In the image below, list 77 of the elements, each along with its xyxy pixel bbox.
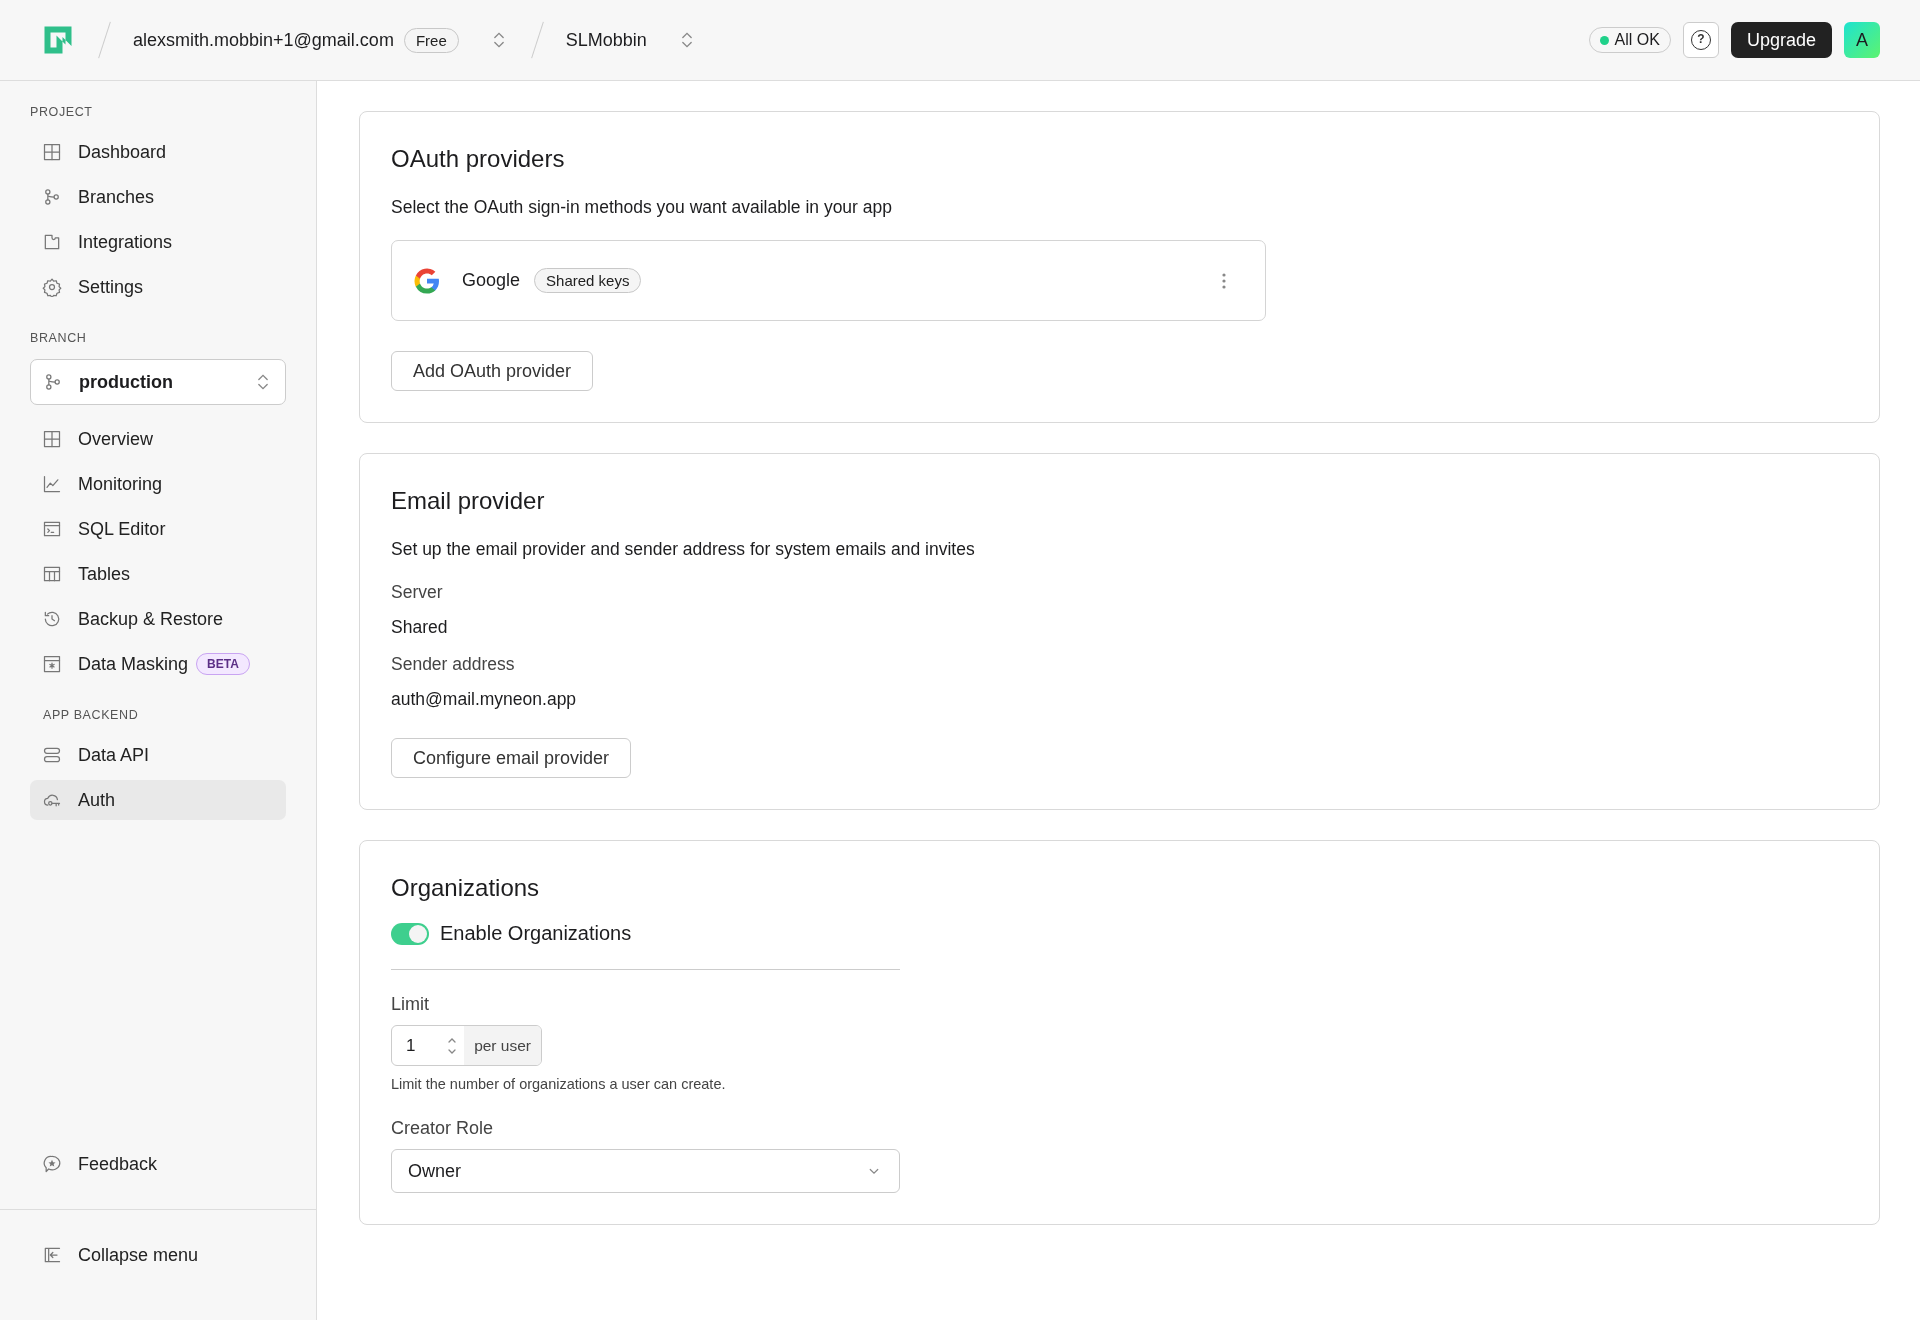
account-switcher[interactable]: alexsmith.mobbin+1@gmail.com Free (133, 27, 509, 53)
upgrade-button[interactable]: Upgrade (1730, 22, 1832, 58)
nav-label: Backup & Restore (78, 608, 224, 630)
collapse-icon (42, 1245, 62, 1265)
nav-label: SQL Editor (78, 518, 166, 540)
user-avatar[interactable]: A (1844, 22, 1880, 58)
google-icon (412, 265, 442, 296)
section-heading: APP BACKEND (42, 707, 140, 724)
card-title: OAuth providers (391, 145, 566, 173)
gear-icon (42, 277, 62, 297)
nav-item[interactable]: Dashboard (30, 132, 286, 172)
nav-item[interactable]: Monitoring (30, 464, 286, 504)
masked-data-icon (42, 654, 62, 674)
description: Set up the email provider and sender address for system emails and invites (391, 539, 976, 560)
add-provider-button[interactable]: Add OAuth provider (391, 351, 594, 391)
nav-item[interactable]: Integrations (30, 222, 286, 262)
toggle-label: Enable Organizations (440, 922, 632, 945)
branch-icon (42, 187, 62, 207)
nav-item[interactable]: Auth (30, 780, 286, 820)
puzzle-icon (42, 232, 62, 252)
project-switcher[interactable]: SLMobbin (565, 29, 697, 51)
nav-label: Data Masking (78, 653, 189, 675)
nav-label: Overview (78, 428, 153, 450)
nav-item[interactable]: Feedback (30, 1144, 286, 1184)
card-title: Email provider (391, 487, 546, 515)
nav-item[interactable]: Settings (30, 267, 286, 307)
beta-badge: BETA (196, 653, 250, 675)
unit-label: per user (464, 1026, 541, 1065)
nav-label: Tables (78, 563, 131, 585)
nav-label: Feedback (78, 1153, 158, 1175)
history-icon (42, 609, 62, 629)
nav-item[interactable]: Branches (30, 177, 286, 217)
branch-select[interactable]: production (30, 359, 286, 405)
nav-label: Data API (78, 744, 150, 766)
branch-icon (43, 372, 63, 392)
terminal-icon (42, 519, 62, 539)
field-label: Sender address (391, 654, 516, 675)
field-label: Limit (391, 994, 430, 1015)
field-label: Server (391, 582, 444, 603)
line-chart-icon (42, 474, 62, 494)
help-text: Limit the number of organizations a user can create. (391, 1076, 727, 1092)
field-label: Creator Role (391, 1118, 495, 1139)
provider-name: Google (462, 270, 521, 291)
grid-icon (42, 142, 62, 162)
section-heading: BRANCH (30, 330, 88, 347)
nav-item[interactable]: Data API (30, 735, 286, 775)
table-icon (42, 564, 62, 584)
help-button[interactable]: ? (1682, 22, 1719, 58)
nav-label: Monitoring (78, 473, 163, 495)
nav-item[interactable]: Backup & Restore (30, 599, 286, 639)
account-email: alexsmith.mobbin+1@gmail.com (133, 29, 394, 51)
nav-label: Auth (78, 789, 116, 811)
configure-email-button[interactable]: Configure email provider (391, 738, 632, 778)
nav-item[interactable]: SQL Editor (30, 509, 286, 549)
nav-label: Settings (78, 276, 144, 298)
data-api-icon (42, 745, 62, 765)
nav-label: Integrations (78, 231, 173, 253)
toggle-switch[interactable] (391, 922, 429, 945)
section-heading: PROJECT (30, 104, 94, 121)
field-value: auth@mail.myneon.app (391, 689, 578, 710)
collapse-menu-button[interactable]: Collapse menu (30, 1235, 286, 1275)
description: Select the OAuth sign-in methods you want available in your app (391, 197, 893, 218)
nav-item[interactable]: Data Masking BETA (30, 644, 286, 684)
nav-label: Dashboard (78, 141, 167, 163)
plan-badge: Free (403, 27, 459, 53)
grid-icon (42, 429, 62, 449)
field-value: Shared (391, 617, 449, 638)
nav-label: Branches (78, 186, 155, 208)
card-title: Organizations (391, 874, 541, 902)
nav-item[interactable]: Overview (30, 419, 286, 459)
role-select[interactable]: Owner (391, 1149, 900, 1193)
project-name: SLMobbin (565, 29, 647, 51)
number-field[interactable]: 1 per user (391, 1025, 542, 1066)
feedback-icon (42, 1154, 62, 1174)
status-label: All OK (1614, 31, 1660, 49)
nav-item[interactable]: Tables (30, 554, 286, 594)
keys-badge: Shared keys (534, 268, 642, 293)
